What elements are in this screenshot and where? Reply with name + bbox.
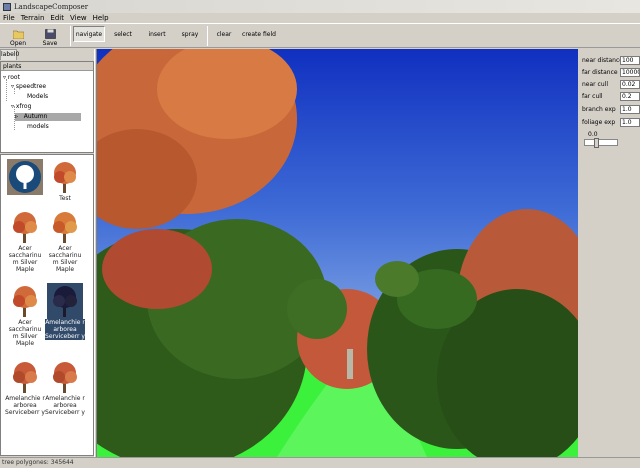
tree-node-models-xfrog[interactable]: models	[27, 123, 49, 131]
green-foliage	[287, 279, 347, 339]
plant-thumbnails: Test Acer saccharinu m Silver Maple Acer…	[0, 154, 94, 456]
thumbnail-label: Acer saccharinu m Silver Maple	[8, 319, 42, 347]
menu-file[interactable]: File	[3, 14, 15, 22]
autumn-tree-icon	[53, 362, 77, 393]
param-label: far cull	[582, 92, 603, 100]
far-cull-input[interactable]: 0.2	[620, 91, 640, 101]
tree-connector	[6, 79, 7, 101]
thumbnail-item[interactable]: Acer saccharinu m Silver Maple	[5, 209, 45, 273]
clear-button[interactable]: clear	[212, 26, 236, 42]
near-distance-input[interactable]: 100	[620, 55, 640, 65]
thumbnail-item[interactable]: Acer saccharinu m Silver Maple	[5, 283, 45, 347]
slider-value: 0.0	[588, 131, 598, 138]
slider-handle[interactable]	[594, 138, 599, 148]
status-bar: tree polygones: 345644	[0, 457, 640, 468]
tree-node-models[interactable]: Models	[27, 93, 48, 101]
tab-label0[interactable]: label0	[0, 49, 19, 60]
near-cull-input[interactable]: 0.02	[620, 79, 640, 89]
thumbnail-item[interactable]: Amelanchie r arborea Serviceberr y	[45, 359, 85, 416]
mode-insert-button[interactable]: insert	[143, 26, 171, 42]
tree-trunk	[347, 349, 353, 379]
autumn-tree-icon	[13, 212, 37, 243]
parameter-slider[interactable]	[584, 138, 618, 148]
thumbnail-item[interactable]: Acer saccharinu m Silver Maple	[45, 209, 85, 273]
param-label: near distance	[582, 56, 623, 64]
autumn-tree-icon	[13, 362, 37, 393]
autumn-tree-icon	[13, 286, 37, 317]
tree-node-root[interactable]: ▿ root	[3, 74, 20, 82]
landscape-scene	[97, 49, 578, 457]
floppy-disk-icon	[44, 29, 56, 39]
param-label: foliage exp	[582, 118, 616, 126]
toolbar-separator	[207, 26, 208, 46]
window-title: LandscapeComposer	[14, 2, 89, 11]
thumbnail-label: Test	[59, 195, 71, 202]
parameters-panel: near distance 100 far distance 10000 nea…	[578, 49, 640, 457]
thumbnail-label: Amelanchie r arborea Serviceberr y	[45, 395, 85, 416]
menu-view[interactable]: View	[70, 14, 87, 22]
thumbnail-item-selected[interactable]: Amelanchie r arborea Serviceberr y	[45, 283, 85, 340]
tree-node-label: root	[7, 74, 20, 81]
folder-icon	[12, 30, 24, 39]
param-near-distance: near distance 100	[582, 55, 640, 65]
param-branch-exp: branch exp 1.0	[582, 104, 640, 114]
param-label: far distance	[582, 68, 618, 76]
branch-exp-input[interactable]: 1.0	[620, 104, 640, 114]
thumbnail-label: Acer saccharinu m Silver Maple	[48, 245, 82, 273]
tree-node-label: Autumn	[23, 113, 48, 120]
tree-node-speedtree[interactable]: ▿ speedtree	[11, 83, 46, 91]
app-icon	[3, 2, 11, 11]
open-label: Open	[9, 40, 27, 47]
param-foliage-exp: foliage exp 1.0	[582, 117, 640, 127]
open-button[interactable]: Open	[6, 25, 30, 47]
thumbnail-item[interactable]	[5, 159, 45, 195]
save-button[interactable]: Save	[38, 25, 62, 47]
foliage-exp-input[interactable]: 1.0	[620, 117, 640, 127]
bare-tree-icon	[47, 283, 83, 319]
menu-help[interactable]: Help	[93, 14, 109, 22]
mode-select-button[interactable]: select	[109, 26, 137, 42]
tree-header: plants	[1, 62, 93, 71]
toolbar-separator	[70, 26, 71, 46]
tree-logo-icon	[7, 159, 43, 195]
save-label: Save	[42, 40, 58, 47]
mode-navigate-button[interactable]: navigate	[73, 26, 105, 42]
tree-node-xfrog[interactable]: ▿ xfrog	[11, 103, 31, 111]
autumn-tree-icon	[54, 162, 76, 193]
tree-node-autumn[interactable]: ▹ Autumn	[15, 113, 81, 121]
far-distance-input[interactable]: 10000	[620, 67, 640, 77]
autumn-tree-icon	[53, 212, 77, 243]
param-label: near cull	[582, 80, 608, 88]
menu-edit[interactable]: Edit	[50, 14, 64, 22]
thumbnail-item[interactable]: Test	[45, 159, 85, 202]
thumbnail-label: Amelanchie r arborea Serviceberr y	[45, 319, 85, 340]
distant-tree	[375, 261, 419, 297]
plant-tree: plants ▿ root ▿ speedtree Models ▿ xfrog…	[0, 61, 94, 153]
red-foliage	[102, 229, 212, 309]
param-near-cull: near cull 0.02	[582, 79, 640, 89]
thumbnail-label: Amelanchie r arborea Serviceberr y	[5, 395, 45, 416]
mode-spray-button[interactable]: spray	[176, 26, 204, 42]
param-far-cull: far cull 0.2	[582, 91, 640, 101]
param-label: branch exp	[582, 105, 616, 113]
tree-node-label: xfrog	[15, 103, 32, 110]
thumbnail-label: Acer saccharinu m Silver Maple	[8, 245, 42, 273]
param-far-distance: far distance 10000	[582, 67, 640, 77]
thumbnail-item[interactable]: Amelanchie r arborea Serviceberr y	[5, 359, 45, 416]
menu-terrain[interactable]: Terrain	[21, 14, 45, 22]
3d-viewport[interactable]	[97, 49, 578, 457]
title-bar: LandscapeComposer	[0, 0, 640, 13]
menu-bar: File Terrain Edit View Help	[0, 13, 640, 23]
create-field-button[interactable]: create field	[240, 26, 278, 42]
tree-node-label: speedtree	[15, 83, 47, 90]
toolbar: Open Save navigate select insert spray c…	[0, 23, 640, 48]
